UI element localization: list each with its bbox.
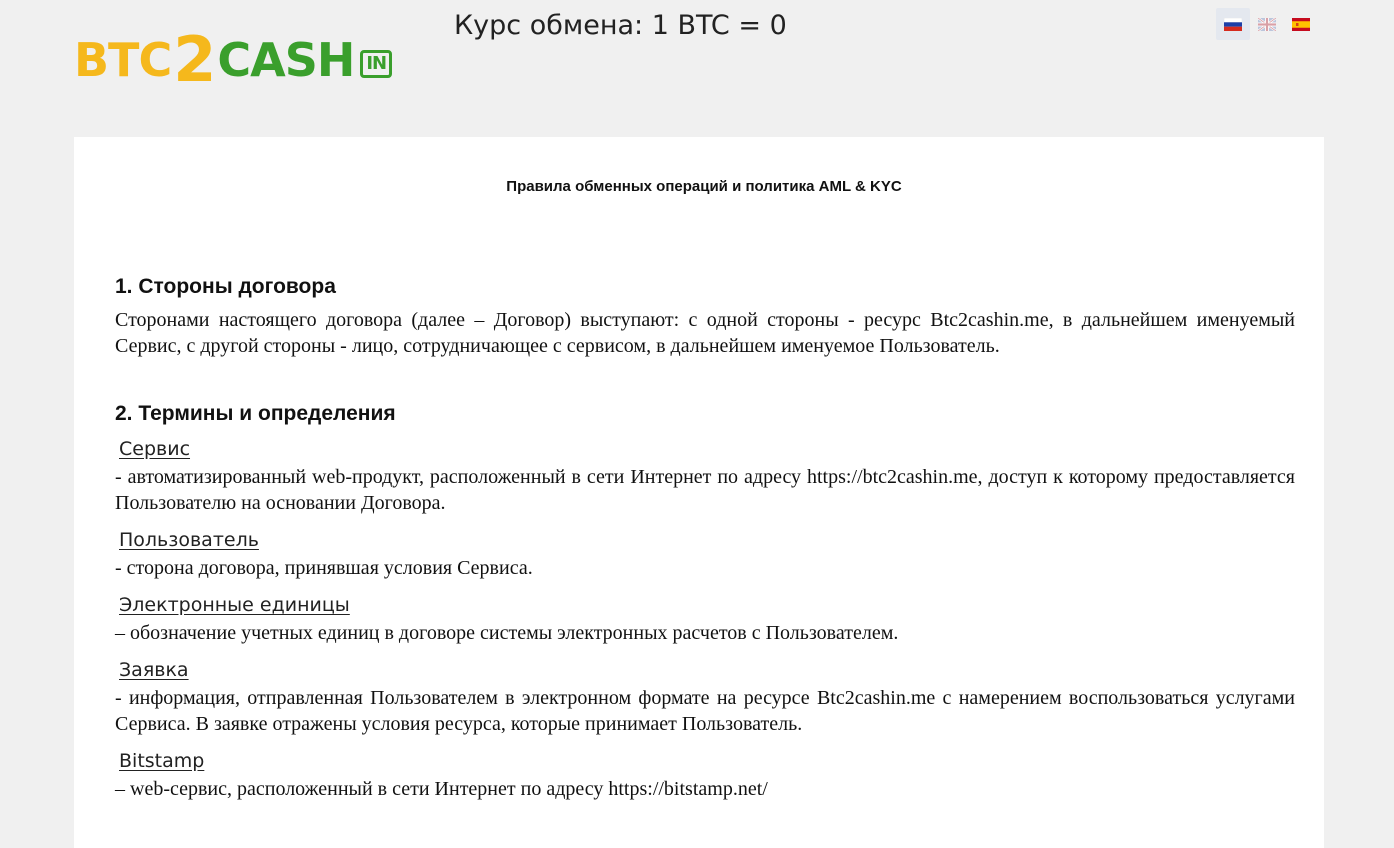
term-link-request[interactable]: Заявка xyxy=(119,659,189,681)
section-heading-parties: 1. Стороны договора xyxy=(115,275,336,298)
term-link-service[interactable]: Сервис xyxy=(119,438,190,460)
term-link-bitstamp[interactable]: Bitstamp xyxy=(119,750,204,772)
section-text-parties: Сторонами настоящего договора (далее – Д… xyxy=(115,309,1295,357)
term-link-user[interactable]: Пользователь xyxy=(119,529,259,551)
logo-btc-text: BTC xyxy=(74,33,172,87)
term-definition: – обозначение учетных единиц в договоре … xyxy=(115,622,899,644)
term-item: Сервис - автоматизированный web-продукт,… xyxy=(115,438,1295,516)
term-link-electronic-units[interactable]: Электронные единицы xyxy=(119,594,350,616)
rules-card: Правила обменных операций и политика AML… xyxy=(74,137,1324,848)
language-ru-button[interactable] xyxy=(1216,8,1250,40)
language-switcher xyxy=(1216,8,1318,40)
logo-cash-text: CASH xyxy=(217,33,355,87)
logo-two-text: 2 xyxy=(173,23,216,96)
term-definition: - сторона договора, принявшая условия Се… xyxy=(115,557,533,579)
page-title: Правила обменных операций и политика AML… xyxy=(506,178,902,195)
exchange-rate: Курс обмена: 1 BTC = 0 xyxy=(454,10,787,41)
language-en-button[interactable] xyxy=(1250,8,1284,40)
rules-content: 1. Стороны договора Сторонами настоящего… xyxy=(115,275,1295,802)
uk-flag-icon xyxy=(1258,17,1276,31)
russia-flag-icon xyxy=(1224,17,1242,31)
term-item: Bitstamp – web-сервис, расположенный в с… xyxy=(115,750,1295,802)
site-logo[interactable]: BTC 2 CASH IN xyxy=(74,23,393,96)
term-definition: - автоматизированный web-продукт, распол… xyxy=(115,466,1295,514)
term-definition: - информация, отправленная Пользователем… xyxy=(115,687,1295,735)
section-heading-terms: 2. Термины и определения xyxy=(115,402,396,425)
term-definition: – web-сервис, расположенный в сети Интер… xyxy=(115,778,768,800)
term-item: Электронные единицы – обозначение учетны… xyxy=(115,594,1295,646)
logo-in-badge: IN xyxy=(360,50,393,78)
term-item: Заявка - информация, отправленная Пользо… xyxy=(115,659,1295,737)
term-item: Пользователь - сторона договора, принявш… xyxy=(115,529,1295,581)
spain-flag-icon xyxy=(1292,17,1310,31)
language-es-button[interactable] xyxy=(1284,8,1318,40)
